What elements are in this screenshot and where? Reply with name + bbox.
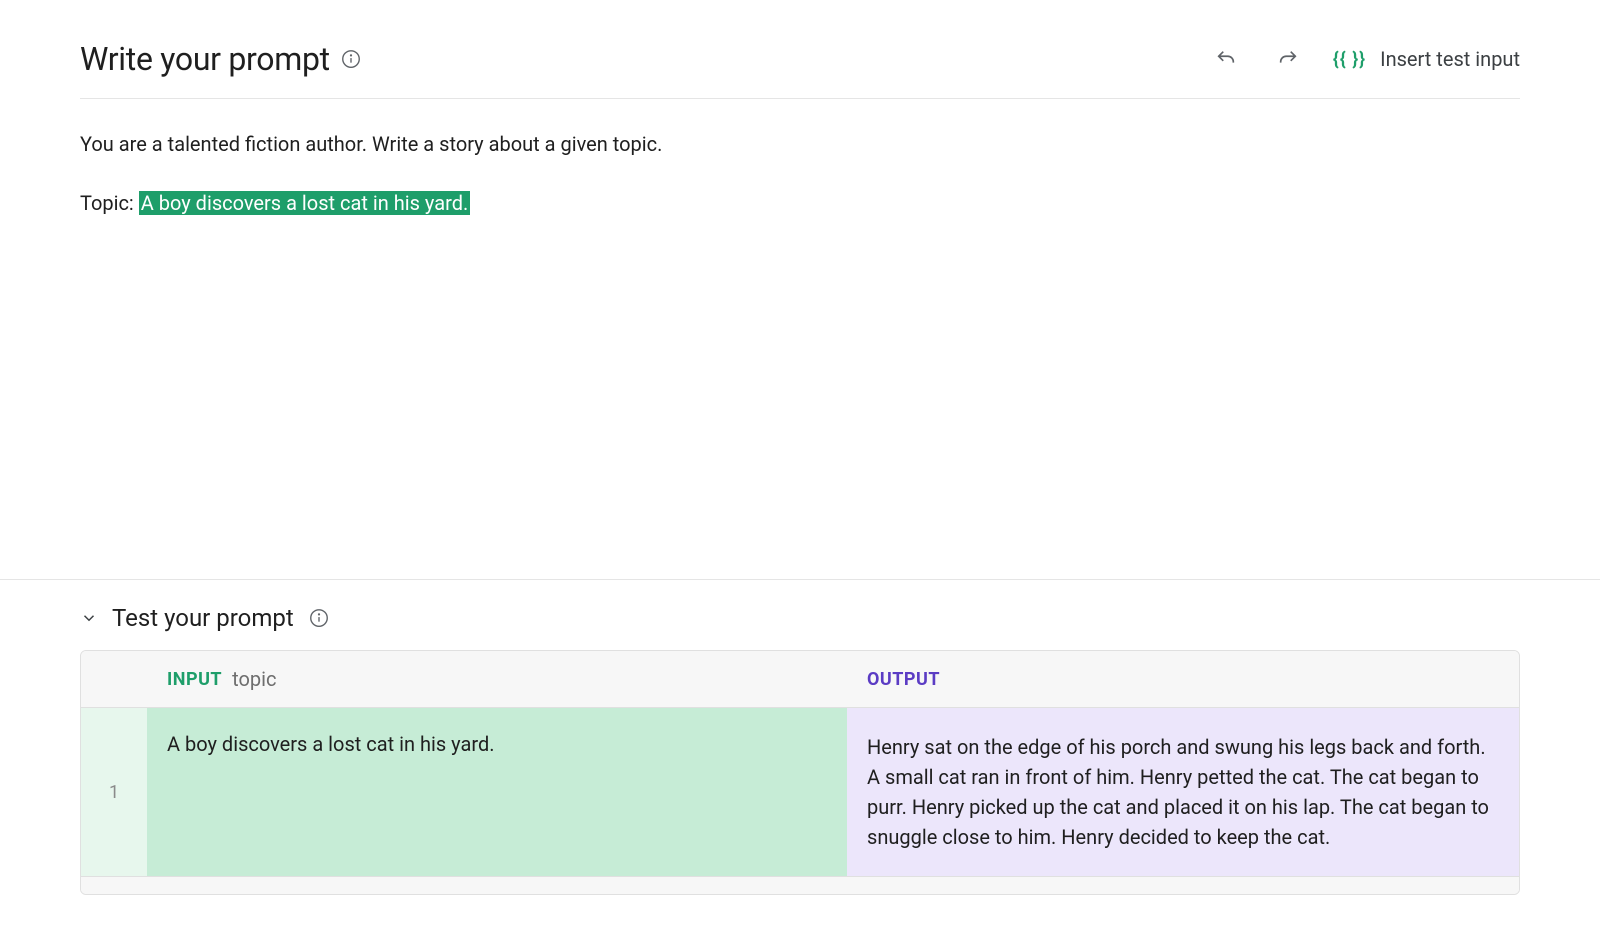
output-column-header: OUTPUT	[847, 653, 1519, 706]
toolbar: {{ }} Insert test input	[1209, 42, 1520, 76]
prompt-editor[interactable]: You are a talented fiction author. Write…	[0, 99, 1600, 219]
test-section-title: Test your prompt	[112, 604, 294, 632]
info-icon[interactable]	[340, 48, 362, 70]
chevron-down-icon	[80, 609, 98, 627]
test-section-header[interactable]: Test your prompt	[80, 604, 1520, 632]
insert-test-input-button[interactable]: {{ }} Insert test input	[1333, 47, 1520, 71]
topic-prefix: Topic:	[80, 191, 139, 215]
row-number-cell: 1	[81, 708, 147, 876]
input-column-header: INPUT topic	[147, 651, 847, 707]
input-label: INPUT	[167, 669, 222, 690]
table-row: 1 A boy discovers a lost cat in his yard…	[81, 708, 1519, 876]
title-group: Write your prompt	[80, 40, 362, 78]
header-row: Write your prompt {{ }} Insert test inpu…	[80, 40, 1520, 99]
topic-variable-value[interactable]: A boy discovers a lost cat in his yard.	[139, 191, 471, 215]
prompt-topic-line: Topic: A boy discovers a lost cat in his…	[80, 188, 1520, 219]
redo-button[interactable]	[1271, 42, 1305, 76]
input-cell[interactable]: A boy discovers a lost cat in his yard.	[147, 708, 847, 876]
insert-test-input-label: Insert test input	[1380, 47, 1520, 71]
prompt-instruction: You are a talented fiction author. Write…	[80, 129, 1520, 160]
input-sublabel: topic	[232, 667, 276, 691]
undo-button[interactable]	[1209, 42, 1243, 76]
test-table: INPUT topic OUTPUT 1 A boy discovers a l…	[80, 650, 1520, 895]
info-icon[interactable]	[308, 607, 330, 629]
page-title: Write your prompt	[80, 40, 330, 78]
braces-icon: {{ }}	[1333, 49, 1366, 70]
output-cell: Henry sat on the edge of his porch and s…	[847, 708, 1519, 876]
output-label: OUTPUT	[867, 669, 940, 690]
table-footer	[81, 876, 1519, 894]
table-header-row: INPUT topic OUTPUT	[81, 651, 1519, 708]
